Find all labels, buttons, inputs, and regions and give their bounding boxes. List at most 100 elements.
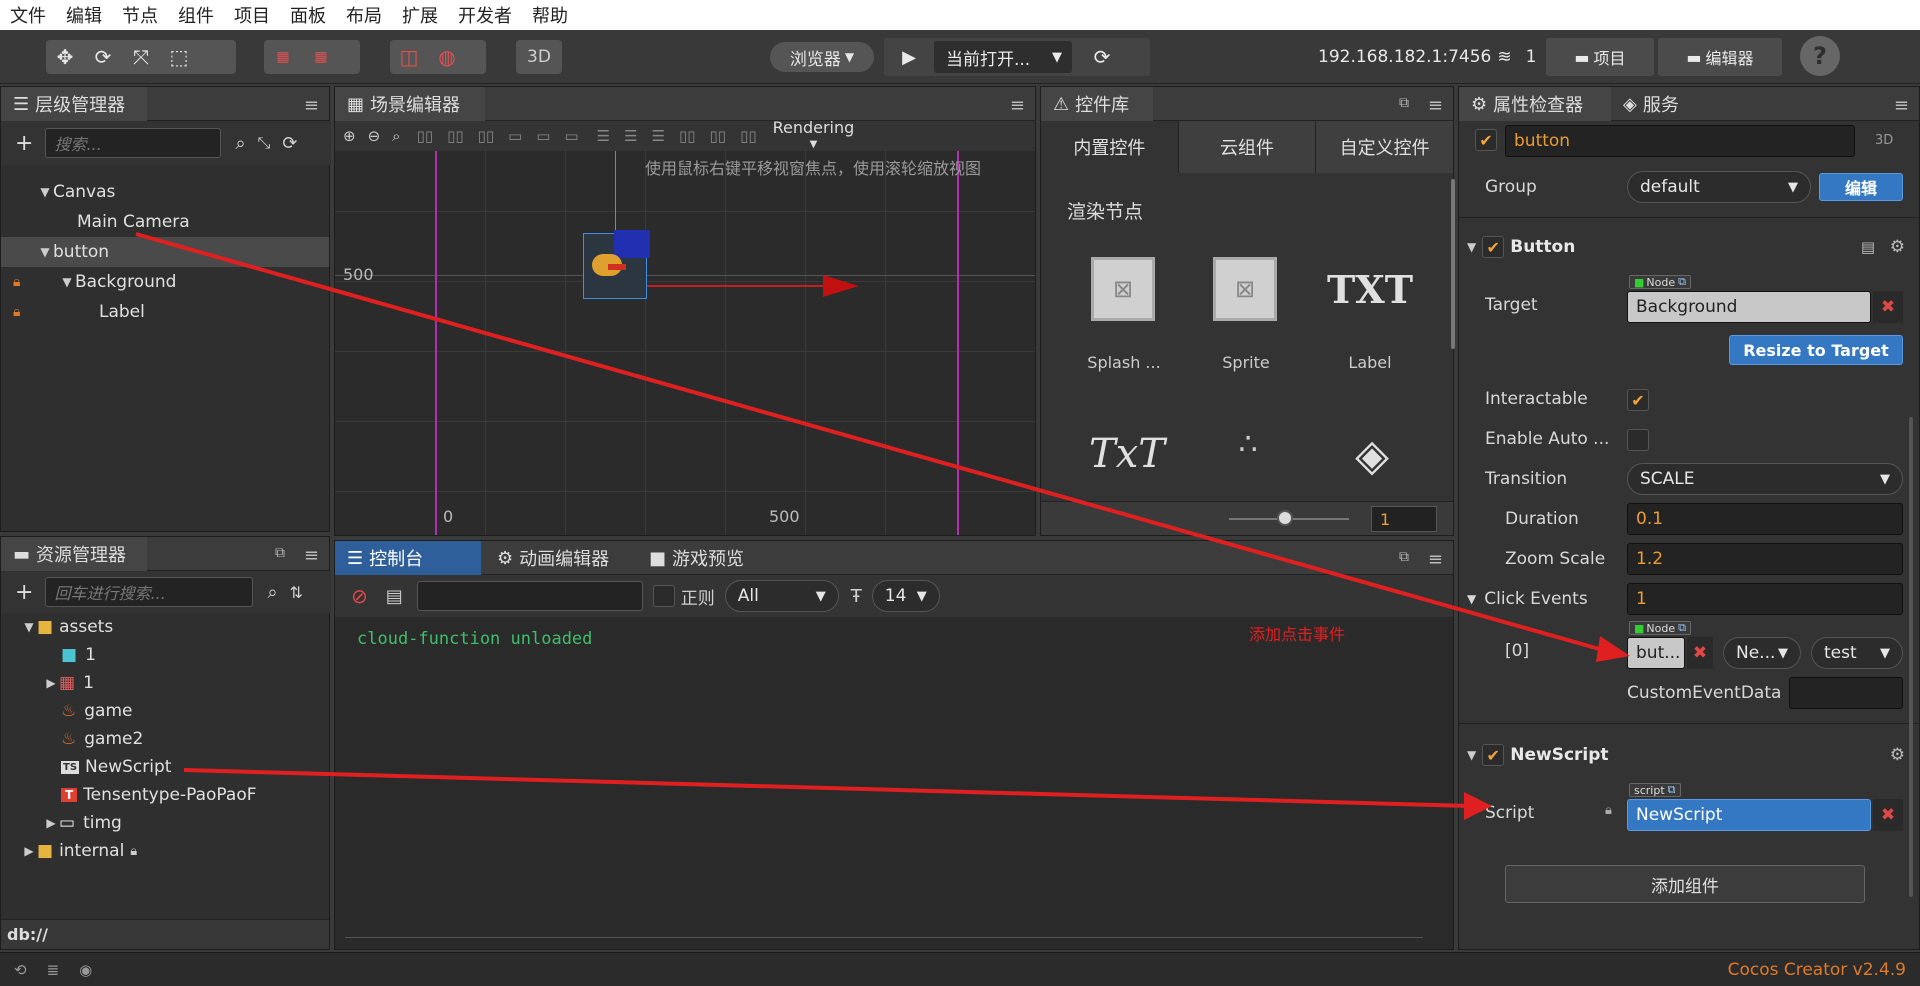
- expand-arrow-icon[interactable]: ▼: [1467, 592, 1476, 606]
- asset-folder-assets[interactable]: ▼ ■ assets: [1, 613, 329, 641]
- 3d-toggle-button[interactable]: 3D: [516, 40, 562, 74]
- expand-arrow-icon[interactable]: ▶: [43, 816, 59, 830]
- tab-cloud[interactable]: 云组件: [1177, 121, 1316, 173]
- add-node-icon[interactable]: +: [15, 131, 33, 156]
- add-asset-icon[interactable]: +: [15, 580, 33, 605]
- tab-custom[interactable]: 自定义控件: [1315, 121, 1453, 173]
- event-target-field[interactable]: but...: [1627, 637, 1685, 669]
- newscript-enabled-checkbox[interactable]: ✔: [1482, 744, 1505, 766]
- popout-icon[interactable]: ⧉: [1399, 95, 1409, 111]
- widget-tab[interactable]: ⚠︎ 控件库: [1041, 87, 1153, 121]
- sprite-icon[interactable]: ⊠: [1213, 257, 1277, 321]
- hierarchy-tab[interactable]: ☰ 层级管理器: [1, 87, 147, 121]
- scene-select[interactable]: 当前打开... ▼: [934, 41, 1072, 73]
- menu-project[interactable]: 项目: [234, 2, 270, 28]
- menu-node[interactable]: 节点: [122, 2, 158, 28]
- tree-item-label-node[interactable]: 🔒︎ Label: [1, 297, 329, 327]
- label-widget-icon[interactable]: TXT: [1315, 267, 1425, 312]
- distribute-hcenter-icon[interactable]: ▯▯: [710, 127, 727, 145]
- expand-arrow-icon[interactable]: ▼: [37, 185, 53, 199]
- sync-icon[interactable]: ⟲: [14, 961, 27, 979]
- search-icon[interactable]: ⌕: [235, 133, 245, 154]
- expand-arrow-icon[interactable]: ▼: [59, 275, 75, 289]
- align-left-icon[interactable]: ▯▯: [417, 127, 434, 145]
- node-name-input[interactable]: button: [1505, 125, 1855, 157]
- tiledmap-widget-icon[interactable]: ◈: [1337, 431, 1407, 481]
- node-active-checkbox[interactable]: ✔: [1475, 129, 1497, 151]
- clear-script-icon[interactable]: ✖: [1873, 799, 1903, 831]
- richtext-widget-icon[interactable]: TxT: [1077, 431, 1177, 477]
- asset-item-timg[interactable]: ▶ ▭ timg: [1, 809, 329, 837]
- asset-folder-internal[interactable]: ▶ ■ internal 🔒︎: [1, 837, 329, 865]
- event-handler-dropdown[interactable]: test ▼: [1811, 637, 1903, 669]
- click-events-header[interactable]: ▼ Click Events: [1467, 589, 1588, 609]
- menu-help[interactable]: 帮助: [532, 2, 568, 28]
- resize-to-target-button[interactable]: Resize to Target: [1729, 335, 1903, 365]
- font-size-dropdown[interactable]: 14 ▼: [871, 580, 940, 612]
- expand-arrow-icon[interactable]: ▼: [1467, 748, 1476, 762]
- zoom-reset-icon[interactable]: ⌕: [392, 127, 400, 145]
- panel-menu-icon[interactable]: ≡: [1428, 549, 1443, 570]
- regex-checkbox[interactable]: [652, 585, 675, 607]
- asset-item-1-texture[interactable]: ■ 1: [1, 641, 329, 669]
- clear-console-icon[interactable]: ⊘: [351, 584, 368, 608]
- button-enabled-checkbox[interactable]: ✔: [1482, 236, 1505, 258]
- widget-scrollbar[interactable]: [1451, 179, 1455, 349]
- rotate-tool-icon[interactable]: ⟳: [84, 40, 122, 74]
- lock-icon[interactable]: 🔒︎: [13, 274, 20, 290]
- menu-file[interactable]: 文件: [10, 2, 46, 28]
- project-button[interactable]: ▬ 项目: [1546, 38, 1654, 76]
- search-icon[interactable]: ⌕: [267, 582, 277, 603]
- assets-search-input[interactable]: 回车进行搜索...: [45, 577, 254, 607]
- panel-menu-icon[interactable]: ≡: [304, 95, 319, 116]
- scale-tool-icon[interactable]: ⤧: [122, 40, 160, 74]
- expand-arrow-icon[interactable]: ▼: [1467, 240, 1476, 254]
- database-icon[interactable]: ≣: [47, 961, 60, 979]
- scene-viewport[interactable]: 使用鼠标右键平移视窗焦点，使用滚轮缩放视图 500 0 500: [335, 151, 1035, 535]
- menu-component[interactable]: 组件: [178, 2, 214, 28]
- click-events-count-input[interactable]: 1: [1627, 583, 1903, 615]
- menu-extension[interactable]: 扩展: [402, 2, 438, 28]
- play-icon[interactable]: ▶: [884, 47, 934, 68]
- panel-menu-icon[interactable]: ≡: [1010, 95, 1025, 116]
- expand-arrow-icon[interactable]: ▶: [21, 844, 37, 858]
- panel-menu-icon[interactable]: ≡: [1428, 95, 1443, 116]
- align-vcenter-icon[interactable]: ▭: [536, 127, 550, 145]
- distribute-top-icon[interactable]: ☰: [597, 127, 610, 145]
- local-coord-icon[interactable]: ◫: [390, 40, 428, 74]
- refresh-icon[interactable]: ⟳: [282, 133, 297, 154]
- lock-icon[interactable]: 🔒︎: [13, 304, 20, 320]
- align-bottom-icon[interactable]: ▭: [564, 127, 578, 145]
- custom-event-data-input[interactable]: [1789, 677, 1903, 709]
- refresh-icon[interactable]: ⟳: [1072, 45, 1132, 69]
- browser-dropdown[interactable]: 浏览器 ▼: [770, 42, 874, 72]
- distribute-vcenter-icon[interactable]: ☰: [624, 127, 637, 145]
- interactable-checkbox[interactable]: ✔: [1627, 389, 1649, 411]
- move-tool-icon[interactable]: ✥: [46, 40, 84, 74]
- tab-animation[interactable]: ⚙︎ 动画编辑器: [485, 541, 635, 575]
- collapse-icon[interactable]: ⤡: [258, 133, 271, 153]
- button-component-header[interactable]: ▼ ✔ Button ▤ ⚙︎: [1459, 229, 1919, 265]
- expand-arrow-icon[interactable]: ▶: [43, 676, 59, 690]
- assets-tab[interactable]: ▬ 资源管理器: [1, 537, 147, 571]
- eye-icon[interactable]: ◉: [79, 961, 92, 979]
- asset-item-newscript[interactable]: TS NewScript: [1, 753, 329, 781]
- sort-icon[interactable]: ⇅: [290, 583, 303, 602]
- splash-icon[interactable]: ⊠: [1091, 257, 1155, 321]
- group-dropdown[interactable]: default ▼: [1627, 171, 1811, 203]
- tree-item-canvas[interactable]: ▼ Canvas: [1, 177, 329, 207]
- panel-menu-icon[interactable]: ≡: [304, 545, 319, 566]
- button-node-box[interactable]: [583, 230, 650, 299]
- tab-builtin[interactable]: 内置控件: [1041, 121, 1178, 173]
- panel-menu-icon[interactable]: ≡: [1894, 95, 1909, 116]
- menu-layout[interactable]: 布局: [346, 2, 382, 28]
- help-doc-icon[interactable]: ▤: [1861, 238, 1875, 256]
- tree-item-main-camera[interactable]: Main Camera: [1, 207, 329, 237]
- log-level-dropdown[interactable]: All ▼: [724, 580, 839, 612]
- tab-inspector[interactable]: ⚙︎ 属性检查器: [1459, 87, 1611, 121]
- help-button[interactable]: ?: [1800, 36, 1840, 76]
- script-field[interactable]: NewScript: [1627, 799, 1871, 831]
- global-coord-icon[interactable]: ◍: [428, 40, 466, 74]
- ip-address[interactable]: 192.168.182.1:7456: [1318, 47, 1491, 67]
- clear-target-icon[interactable]: ✖: [1873, 291, 1903, 323]
